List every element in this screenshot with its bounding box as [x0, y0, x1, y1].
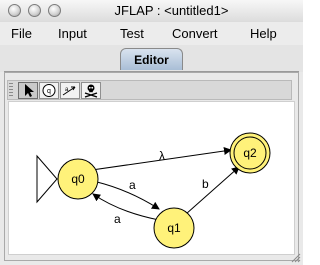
- transition-q1-q0[interactable]: [92, 193, 160, 221]
- transition-label-q1-q0[interactable]: a: [114, 212, 121, 226]
- initial-state-marker: [36, 154, 58, 204]
- editor-toolbar: q a: [7, 80, 292, 100]
- menu-convert[interactable]: Convert: [172, 26, 218, 41]
- menu-test[interactable]: Test: [120, 26, 144, 41]
- transition-q1-q2[interactable]: [185, 166, 240, 215]
- transition-label-q0-q1[interactable]: a: [129, 178, 136, 192]
- menu-bar: File Input Test Convert Help: [0, 22, 303, 46]
- title-bar[interactable]: JFLAP : <untitled1>: [0, 0, 303, 23]
- skull-crossbones-icon: [84, 84, 98, 98]
- window-title: JFLAP : <untitled1>: [114, 3, 229, 18]
- state-label-q0: q0: [71, 172, 85, 186]
- menu-help[interactable]: Help: [250, 26, 277, 41]
- state-label-q2: q2: [243, 146, 257, 160]
- arrow-pointer-icon: [25, 84, 34, 97]
- transition-creator-icon: a: [62, 86, 76, 96]
- menu-file[interactable]: File: [11, 26, 32, 41]
- svg-text:a: a: [65, 87, 69, 93]
- svg-text:q: q: [47, 88, 51, 95]
- menu-input[interactable]: Input: [58, 26, 87, 41]
- state-label-q1: q1: [167, 221, 181, 235]
- arrow-pointer-tool-button[interactable]: [18, 82, 38, 99]
- resize-grip-icon[interactable]: [291, 253, 301, 263]
- automaton-canvas[interactable]: λ a a b q0 q1 q2: [8, 101, 295, 255]
- deleter-tool-button[interactable]: [81, 82, 101, 99]
- state-creator-tool-button[interactable]: q: [39, 82, 59, 99]
- toolbar-grip-icon[interactable]: [9, 83, 13, 98]
- tab-strip: Editor: [0, 45, 303, 72]
- tab-editor[interactable]: Editor: [120, 48, 183, 70]
- state-creator-icon: q: [42, 84, 56, 97]
- jflap-window: JFLAP : <untitled1> File Input Test Conv…: [0, 0, 303, 265]
- transition-label-q1-q2[interactable]: b: [202, 177, 209, 191]
- transition-q0-q2[interactable]: [77, 147, 232, 173]
- transition-creator-tool-button[interactable]: a: [60, 82, 80, 99]
- automaton-diagram[interactable]: λ a a b q0 q1 q2: [9, 102, 294, 254]
- transition-label-q0-q2[interactable]: λ: [159, 149, 165, 163]
- transition-q0-q1[interactable]: [96, 181, 160, 210]
